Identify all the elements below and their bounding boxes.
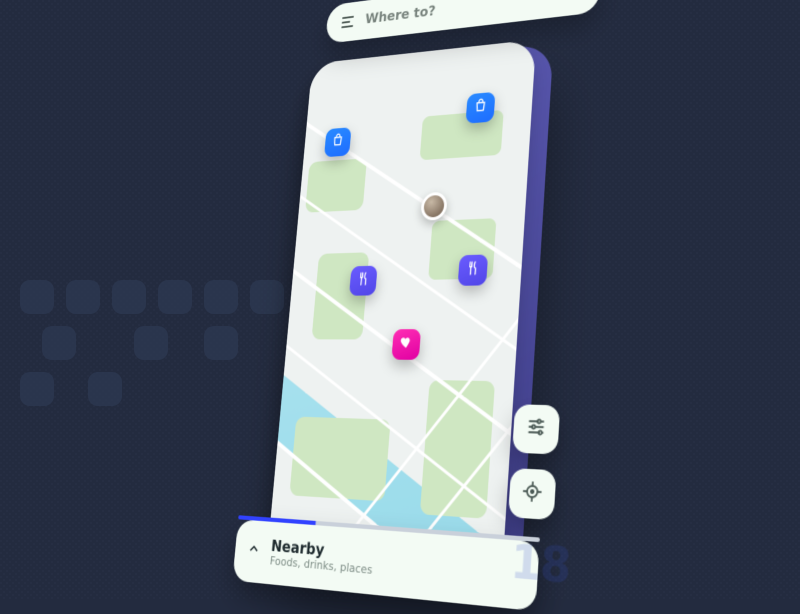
map-park (289, 417, 390, 502)
fork-knife-icon (465, 260, 482, 281)
bag-icon (330, 132, 345, 152)
decor-squares (20, 280, 280, 440)
chevron-up-icon (246, 541, 261, 563)
map-canvas[interactable] (267, 39, 536, 574)
search-placeholder: Where to? (365, 4, 436, 28)
menu-icon[interactable] (341, 16, 354, 28)
poi-shop-1[interactable] (324, 127, 352, 157)
bag-icon (472, 97, 488, 118)
heart-icon (398, 334, 414, 354)
phone-screen (267, 39, 536, 574)
poi-shop-2[interactable] (466, 92, 496, 124)
phone-scene: Where to? Nearby Foods, drinks, places 1… (267, 39, 536, 574)
nearby-count: 18 (509, 533, 572, 594)
crosshair-icon (521, 480, 543, 508)
poi-food-2[interactable] (458, 254, 489, 285)
map-park (420, 380, 495, 519)
poi-food-1[interactable] (349, 266, 378, 296)
map-side-controls (508, 404, 560, 520)
fork-knife-icon (356, 271, 372, 291)
poi-favorite[interactable] (391, 329, 421, 360)
locate-me-button[interactable] (508, 468, 556, 520)
sliders-icon (525, 416, 547, 443)
filters-button[interactable] (512, 404, 560, 454)
